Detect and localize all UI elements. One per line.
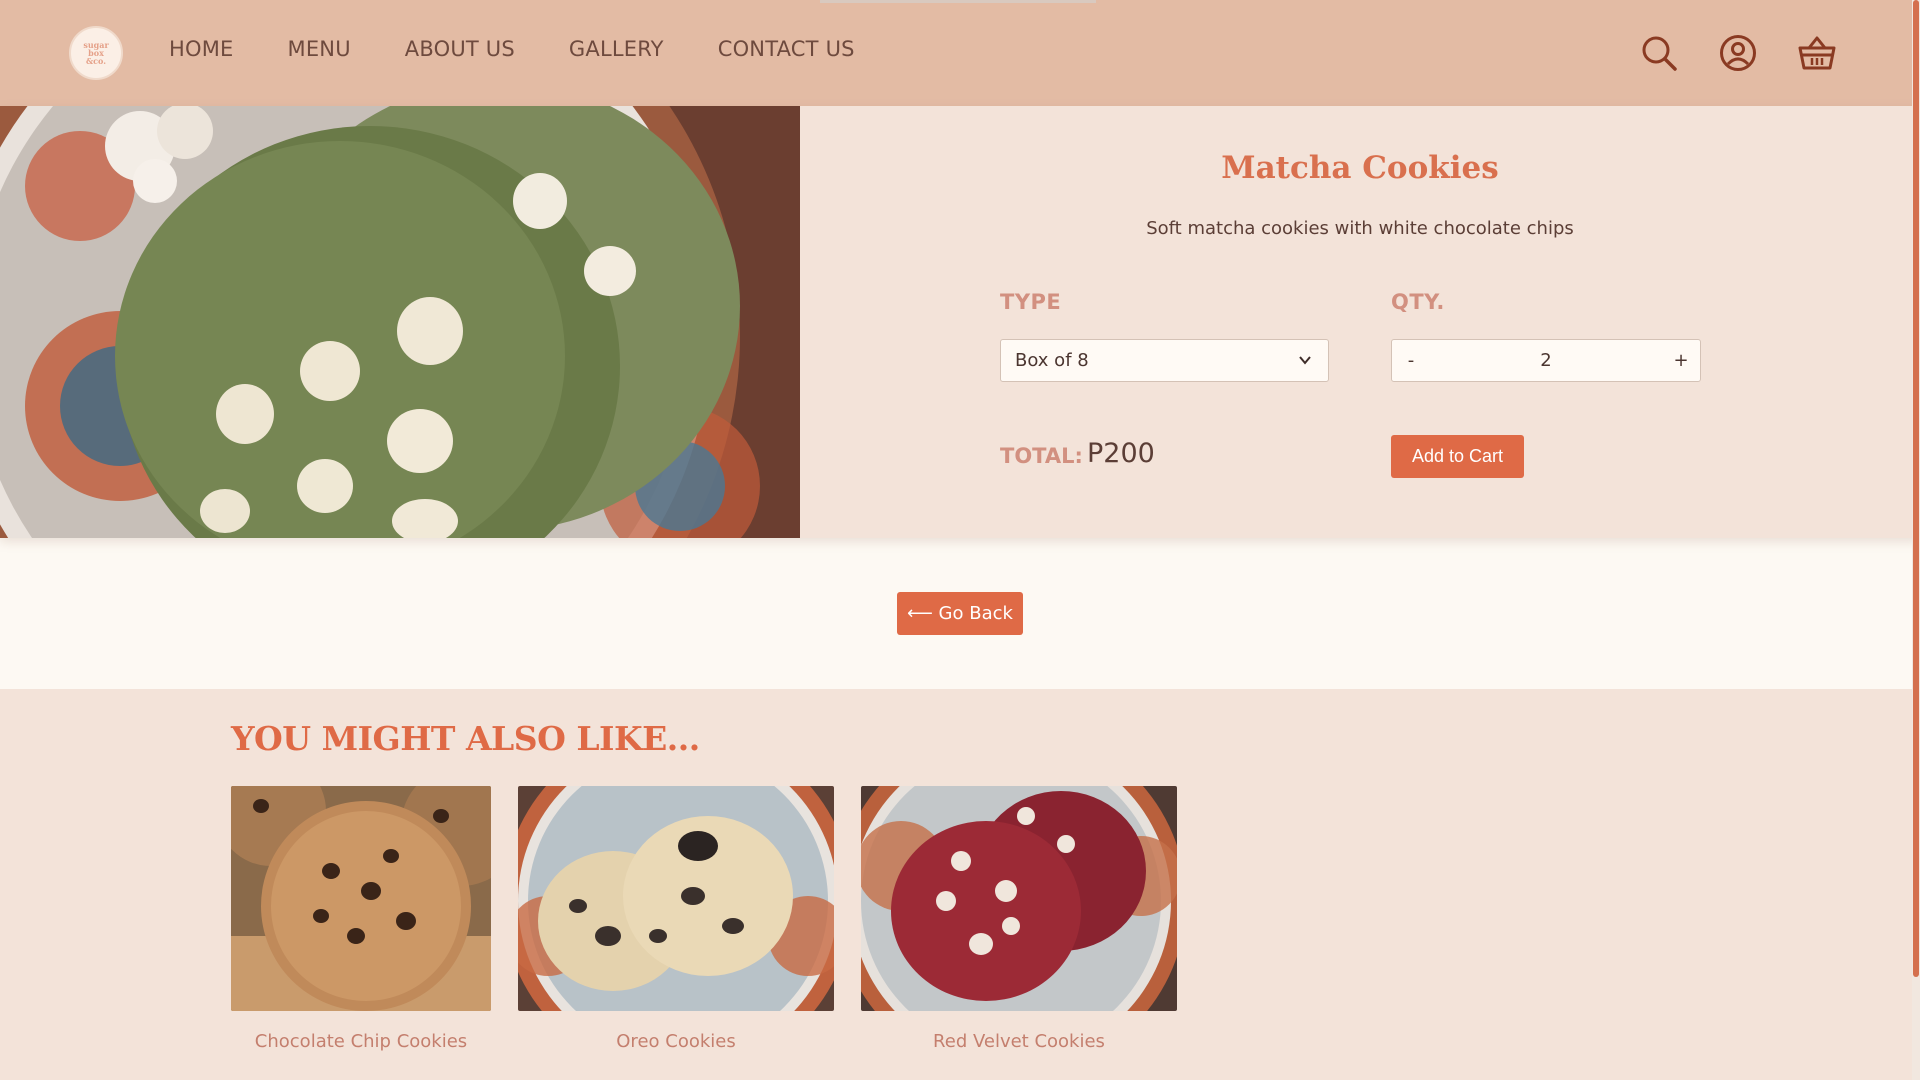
search-icon[interactable] xyxy=(1636,30,1682,76)
related-section: YOU MIGHT ALSO LIKE... Chocolate Chip Co… xyxy=(0,689,1920,1080)
oreo-cookie-image xyxy=(518,786,834,1011)
total-label: TOTAL: xyxy=(1000,444,1083,468)
total-value: P200 xyxy=(1087,438,1155,469)
nav-links: HOME MENU ABOUT US GALLERY CONTACT US xyxy=(169,37,909,61)
type-select-value: Box of 8 xyxy=(1015,350,1089,371)
qty-decrement-button[interactable]: - xyxy=(1392,340,1430,381)
product-title: Matcha Cookies xyxy=(1221,150,1499,186)
quantity-stepper: - 2 + xyxy=(1391,339,1701,382)
nav-contact-us[interactable]: CONTACT US xyxy=(718,37,855,61)
scrollbar-thumb[interactable] xyxy=(1913,0,1919,977)
related-card-label: Red Velvet Cookies xyxy=(933,1031,1105,1052)
product-section: Matcha Cookies Soft matcha cookies with … xyxy=(0,106,1920,538)
nav-menu[interactable]: MENU xyxy=(288,37,351,61)
qty-increment-button[interactable]: + xyxy=(1662,340,1700,381)
go-back-button[interactable]: ⟵ Go Back xyxy=(897,592,1023,635)
qty-label: QTY. xyxy=(1391,290,1445,314)
related-card-chocolate-chip[interactable]: Chocolate Chip Cookies xyxy=(231,786,491,1052)
nav-home[interactable]: HOME xyxy=(169,37,234,61)
product-image xyxy=(0,106,800,538)
qty-value[interactable]: 2 xyxy=(1430,340,1662,381)
red-velvet-cookie-image xyxy=(861,786,1177,1011)
related-card-label: Chocolate Chip Cookies xyxy=(254,1031,468,1052)
type-label: TYPE xyxy=(1000,290,1062,314)
logo-line: &co. xyxy=(85,56,107,66)
related-card-label: Oreo Cookies xyxy=(616,1031,736,1052)
nav-icons xyxy=(1636,30,1873,76)
logo[interactable]: sugar box &co. xyxy=(69,26,123,80)
related-card-red-velvet[interactable]: Red Velvet Cookies xyxy=(861,786,1177,1052)
type-select[interactable]: Box of 8 xyxy=(1000,339,1329,382)
related-card-oreo[interactable]: Oreo Cookies xyxy=(518,786,834,1052)
basket-icon[interactable] xyxy=(1794,30,1840,76)
nav-gallery[interactable]: GALLERY xyxy=(569,37,664,61)
user-icon[interactable] xyxy=(1715,30,1761,76)
top-indicator xyxy=(820,0,1096,3)
nav-about-us[interactable]: ABOUT US xyxy=(405,37,515,61)
add-to-cart-button[interactable]: Add to Cart xyxy=(1391,435,1524,478)
navbar: sugar box &co. HOME MENU ABOUT US GALLER… xyxy=(0,0,1920,106)
product-description: Soft matcha cookies with white chocolate… xyxy=(1146,218,1574,239)
chocolate-chip-cookie-image xyxy=(231,786,491,1011)
related-title: YOU MIGHT ALSO LIKE... xyxy=(231,719,700,758)
chevron-down-icon xyxy=(1299,356,1311,365)
